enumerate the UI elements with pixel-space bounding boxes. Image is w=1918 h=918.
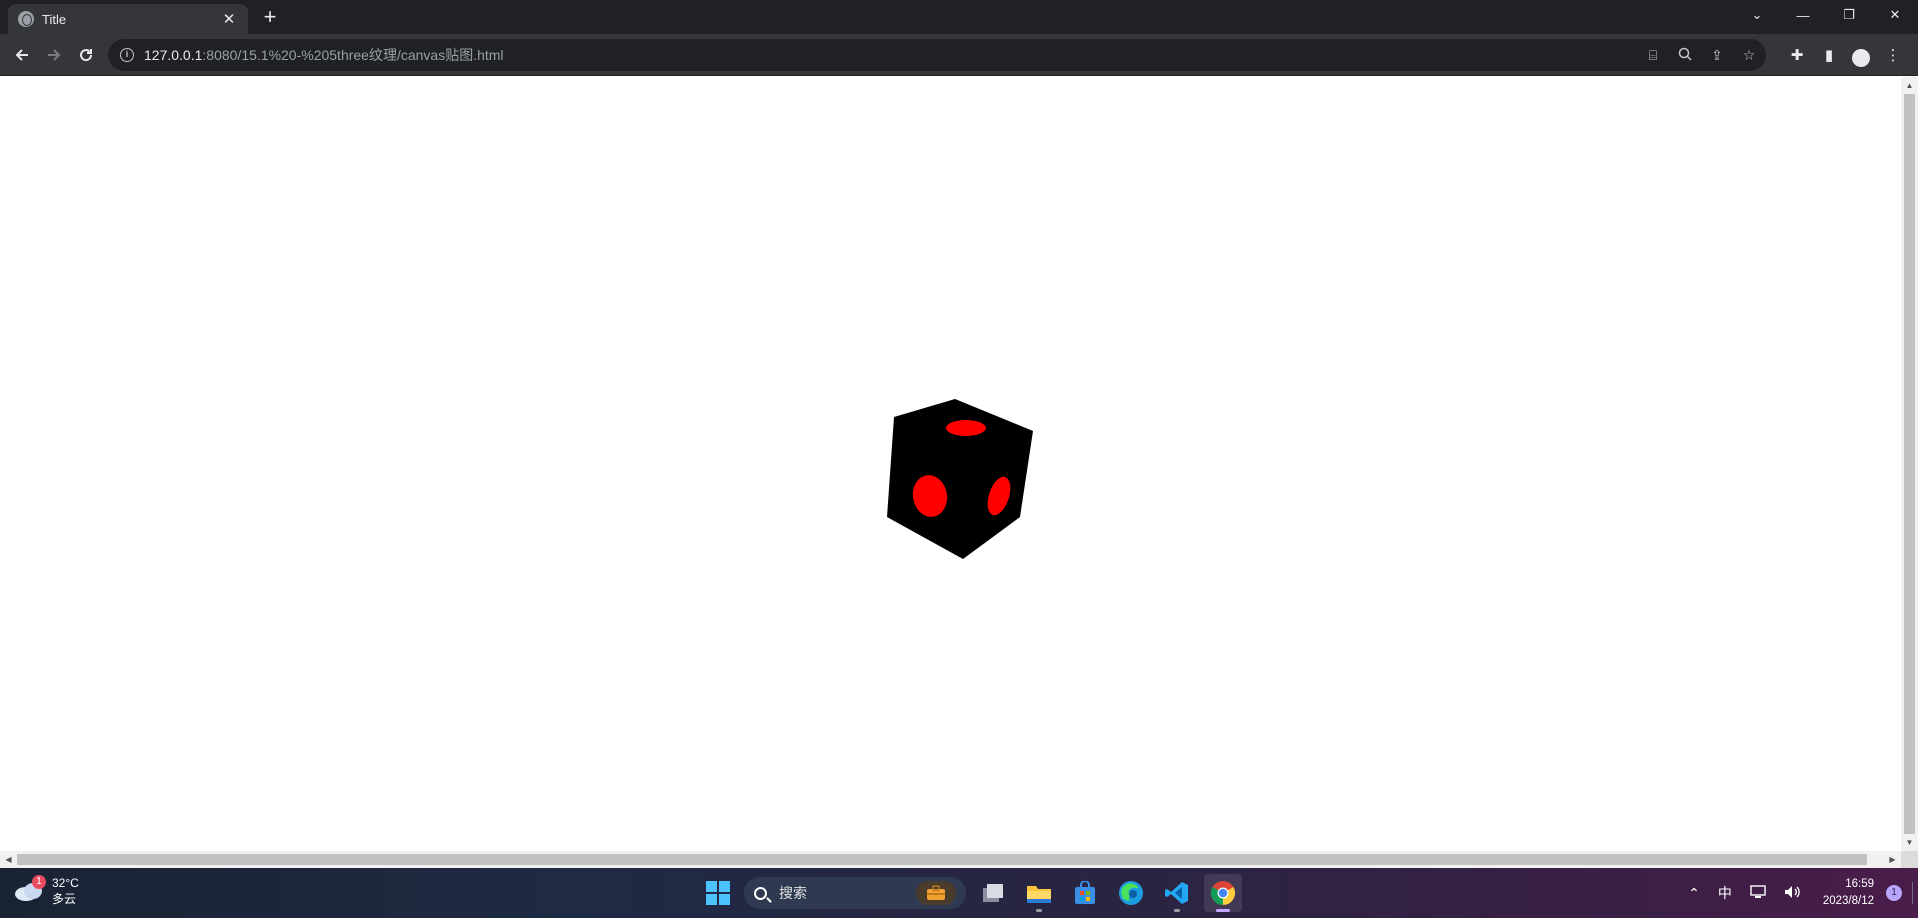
reload-icon <box>80 49 93 62</box>
task-view-icon <box>983 884 1003 902</box>
file-explorer-button[interactable] <box>1020 874 1058 912</box>
bookmark-star-icon[interactable]: ☆ <box>1740 47 1758 64</box>
page-viewport: ▲ ▼ ◀ ▶ <box>0 77 1918 868</box>
toolbar-actions: ✚ ▮ ⋮ <box>1784 41 1906 69</box>
minimize-button[interactable]: — <box>1780 0 1826 30</box>
back-button[interactable] <box>8 41 36 69</box>
volume-icon[interactable] <box>1784 885 1802 902</box>
horizontal-scrollbar[interactable]: ◀ ▶ <box>0 851 1918 868</box>
taskbar-center: 搜索 <box>700 874 1242 912</box>
folder-icon <box>1027 886 1051 903</box>
scroll-right-arrow-icon[interactable]: ▶ <box>1884 851 1901 868</box>
windows-logo-icon <box>706 881 730 905</box>
weather-condition: 多云 <box>52 892 77 906</box>
vscode-button[interactable] <box>1158 874 1196 912</box>
network-icon[interactable] <box>1750 884 1766 902</box>
share-icon[interactable]: ⇪ <box>1708 47 1726 64</box>
system-tray: ⌃ 中 16:59 2023/8/12 1 <box>1679 868 1918 918</box>
windows-taskbar: 1 32°C 多云 搜索 ⌃ 中 16:59 2023/8/12 1 <box>0 868 1918 918</box>
translate-icon[interactable]: ⌸ <box>1644 47 1662 64</box>
close-window-button[interactable]: ✕ <box>1872 0 1918 30</box>
chrome-button[interactable] <box>1204 874 1242 912</box>
cloud-icon: 1 <box>14 875 46 902</box>
scrollbar-corner <box>1901 851 1918 868</box>
clock-date: 2023/8/12 <box>1822 895 1874 907</box>
dice-cube-render <box>887 399 1033 559</box>
tab-title-label: Title <box>42 11 67 27</box>
omnibox-actions: ⌸ ⇪ ☆ <box>1644 39 1758 71</box>
site-info-icon[interactable]: i <box>120 48 134 62</box>
tab-title[interactable]: Title ✕ <box>8 4 248 34</box>
tab-close-icon[interactable]: ✕ <box>220 10 238 28</box>
browser-tab-strip: Title ✕ + ⌄ — ❐ ✕ <box>0 0 1918 34</box>
extensions-puzzle-icon[interactable]: ✚ <box>1784 41 1810 69</box>
vertical-scrollbar[interactable]: ▲ ▼ <box>1901 77 1918 851</box>
vscode-icon <box>1165 882 1188 904</box>
horizontal-scroll-thumb[interactable] <box>17 854 1867 865</box>
system-clock[interactable]: 16:59 2023/8/12 <box>1823 876 1874 910</box>
briefcase-icon <box>916 881 956 905</box>
taskbar-search[interactable]: 搜索 <box>744 877 966 909</box>
microsoft-store-button[interactable] <box>1066 874 1104 912</box>
weather-badge: 1 <box>32 875 46 889</box>
store-bag-icon <box>1075 881 1095 904</box>
new-tab-button[interactable]: + <box>258 6 282 30</box>
avatar <box>1852 48 1870 67</box>
zoom-icon[interactable] <box>1676 47 1694 64</box>
notification-badge[interactable]: 1 <box>1886 885 1902 901</box>
forward-arrow-icon <box>48 49 61 61</box>
clock-time: 16:59 <box>1845 878 1874 890</box>
start-button[interactable] <box>700 875 736 911</box>
scroll-up-arrow-icon[interactable]: ▲ <box>1901 77 1918 94</box>
url-host: 127.0.0.1 <box>144 47 203 63</box>
tab-search-chevron-icon[interactable]: ⌄ <box>1734 0 1780 30</box>
show-hidden-icons-chevron-icon[interactable]: ⌃ <box>1688 885 1700 902</box>
edge-browser-button[interactable] <box>1112 874 1150 912</box>
kebab-menu-icon[interactable]: ⋮ <box>1880 41 1906 69</box>
search-label: 搜索 <box>779 885 807 901</box>
chrome-icon <box>1210 881 1236 905</box>
restore-button[interactable]: ❐ <box>1826 0 1872 30</box>
show-desktop-button[interactable] <box>1912 882 1916 904</box>
reload-button[interactable] <box>72 41 100 69</box>
scroll-left-arrow-icon[interactable]: ◀ <box>0 851 17 868</box>
edge-icon <box>1119 881 1143 905</box>
window-controls: ⌄ — ❐ ✕ <box>1734 0 1918 30</box>
side-panel-icon[interactable]: ▮ <box>1816 41 1842 69</box>
ime-indicator[interactable]: 中 <box>1718 883 1732 903</box>
vertical-scroll-thumb[interactable] <box>1904 94 1915 834</box>
address-bar[interactable]: i 127.0.0.1:8080/15.1%20-%205three纹理/can… <box>108 39 1766 71</box>
url-path: :8080/15.1%20-%205three纹理/canvas贴图.html <box>202 47 504 63</box>
scroll-down-arrow-icon[interactable]: ▼ <box>1901 834 1918 851</box>
search-icon <box>754 886 767 900</box>
cube-dot-top <box>946 420 986 436</box>
browser-toolbar: i 127.0.0.1:8080/15.1%20-%205three纹理/can… <box>0 34 1918 76</box>
globe-icon <box>18 11 34 27</box>
profile-avatar[interactable] <box>1848 41 1874 69</box>
back-arrow-icon <box>15 49 28 61</box>
three-canvas[interactable] <box>870 399 1040 564</box>
weather-temperature: 32°C <box>52 876 79 890</box>
task-view-button[interactable] <box>974 874 1012 912</box>
weather-widget[interactable]: 1 32°C 多云 <box>14 875 79 907</box>
forward-button[interactable] <box>40 41 68 69</box>
